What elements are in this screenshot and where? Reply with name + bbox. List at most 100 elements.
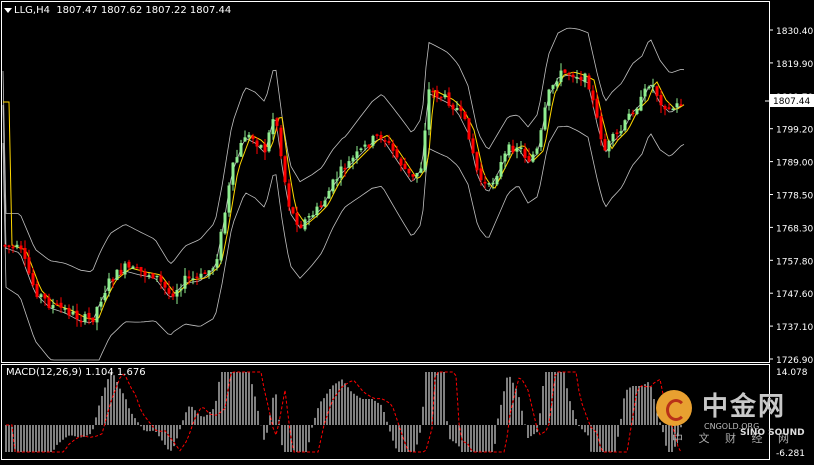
candle-body bbox=[387, 141, 391, 143]
candle-body bbox=[579, 76, 583, 81]
candle-body bbox=[467, 118, 471, 140]
candle-body bbox=[175, 290, 179, 297]
candle-body bbox=[235, 157, 239, 163]
candle-body bbox=[595, 98, 599, 118]
candle-body bbox=[519, 147, 523, 149]
candle-body bbox=[39, 294, 43, 297]
candle-body bbox=[267, 132, 271, 152]
candle-body bbox=[355, 151, 359, 159]
candle-body bbox=[7, 245, 11, 247]
candle-body bbox=[31, 273, 35, 286]
candle-body bbox=[415, 173, 419, 177]
candle-body bbox=[627, 113, 631, 120]
watermark-sound: SINO SOUND bbox=[740, 428, 805, 438]
candle-body bbox=[143, 271, 147, 276]
candle-body bbox=[203, 272, 207, 274]
watermark: 中金网 CNGOLD.ORG 中 文 财 经 网 SINO SOUND bbox=[652, 386, 812, 456]
candle-body bbox=[535, 148, 539, 154]
candle-body bbox=[555, 81, 559, 87]
candle-body bbox=[591, 90, 595, 101]
candle-body bbox=[459, 106, 463, 112]
candle-body bbox=[223, 212, 227, 234]
candle-body bbox=[563, 69, 567, 73]
cngold-logo-icon bbox=[656, 390, 692, 426]
candle-body bbox=[543, 107, 547, 130]
candle-body bbox=[347, 161, 351, 168]
candle-body bbox=[163, 281, 167, 288]
candle-body bbox=[379, 135, 383, 139]
candle-body bbox=[551, 85, 555, 89]
candle-body bbox=[359, 148, 363, 150]
candle-body bbox=[195, 276, 199, 279]
candle-body bbox=[211, 268, 215, 270]
candle-body bbox=[539, 130, 543, 148]
candle-body bbox=[331, 179, 335, 192]
candle-body bbox=[127, 261, 131, 268]
candle-body bbox=[383, 140, 387, 142]
candle-body bbox=[363, 144, 367, 147]
candle-body bbox=[599, 116, 603, 140]
candle-body bbox=[339, 166, 343, 178]
candle-body bbox=[55, 303, 59, 306]
candle-body bbox=[463, 111, 467, 119]
candle-body bbox=[439, 96, 443, 99]
candle-body bbox=[215, 259, 219, 268]
watermark-brand: 中金网 bbox=[702, 392, 787, 422]
candle-body bbox=[231, 162, 235, 185]
candle-body bbox=[303, 219, 307, 230]
candle-body bbox=[651, 85, 655, 87]
candle-body bbox=[611, 134, 615, 142]
candle-body bbox=[99, 301, 103, 307]
current-price-label: 1807.44 bbox=[773, 97, 810, 107]
candle-body bbox=[487, 183, 491, 185]
candle-body bbox=[675, 103, 679, 108]
candle-body bbox=[411, 174, 415, 177]
candle-body bbox=[547, 89, 551, 106]
candle-body bbox=[199, 273, 203, 278]
candle-body bbox=[335, 179, 339, 181]
candle-body bbox=[91, 317, 95, 323]
candle-body bbox=[19, 245, 23, 250]
price-axis-label: 1799.20 bbox=[776, 126, 813, 136]
candle-body bbox=[483, 181, 487, 184]
candle-body bbox=[435, 90, 439, 98]
candle-body bbox=[663, 106, 667, 110]
candle-body bbox=[83, 314, 87, 322]
price-axis-label: 1789.00 bbox=[776, 159, 813, 169]
candle-body bbox=[139, 267, 143, 272]
candle-body bbox=[531, 154, 535, 162]
candle-body bbox=[179, 288, 183, 291]
candle-body bbox=[587, 75, 591, 90]
candle-body bbox=[371, 135, 375, 146]
candle-body bbox=[147, 275, 151, 277]
candle-body bbox=[63, 308, 67, 310]
candle-body bbox=[311, 215, 315, 218]
candle-body bbox=[643, 88, 647, 97]
candle-body bbox=[75, 310, 79, 320]
dropdown-icon[interactable] bbox=[4, 7, 12, 13]
candle-body bbox=[247, 134, 251, 138]
candle-body bbox=[159, 275, 163, 282]
candle-body bbox=[431, 90, 435, 93]
candle-body bbox=[527, 156, 531, 162]
candle-body bbox=[207, 270, 211, 276]
candle-body bbox=[443, 94, 447, 98]
candle-body bbox=[495, 175, 499, 185]
candle-body bbox=[35, 283, 39, 297]
candle-body bbox=[43, 293, 47, 299]
candle-body bbox=[399, 158, 403, 166]
candle-body bbox=[615, 132, 619, 134]
candle-body bbox=[515, 147, 519, 152]
candle-body bbox=[659, 95, 663, 106]
price-axis-label: 1747.60 bbox=[776, 290, 813, 300]
candle-body bbox=[603, 139, 607, 151]
candle-body bbox=[243, 137, 247, 142]
chart-window[interactable]: 1830.401819.901809.701799.201789.001778.… bbox=[0, 0, 814, 461]
candle-body bbox=[287, 183, 291, 207]
candle-body bbox=[291, 207, 295, 214]
candle-body bbox=[475, 152, 479, 171]
ohlc-values: 1807.47 1807.62 1807.22 1807.44 bbox=[56, 5, 232, 16]
candle-body bbox=[319, 205, 323, 207]
price-axis-label: 1778.50 bbox=[776, 192, 813, 202]
candle-body bbox=[631, 112, 635, 115]
